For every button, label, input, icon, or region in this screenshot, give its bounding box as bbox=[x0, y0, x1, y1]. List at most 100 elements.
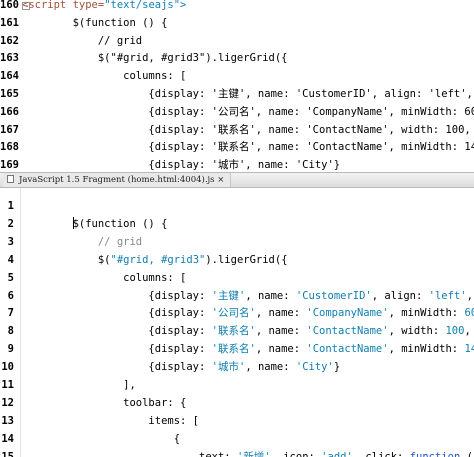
code-text: {display: '主键', name: 'CustomerID', alig… bbox=[22, 85, 474, 103]
line-number: 8 bbox=[7, 325, 14, 338]
code-text: $("#grid, #grid3").ligerGrid({ bbox=[22, 49, 288, 67]
code-token: <script bbox=[22, 0, 73, 11]
line-number: 3 bbox=[7, 235, 14, 248]
code-token: , click: bbox=[352, 450, 410, 457]
line-number: 6 bbox=[7, 289, 14, 302]
code-text: $(function () { bbox=[22, 215, 167, 233]
code-text: { bbox=[22, 430, 180, 448]
line-number: 12 bbox=[1, 396, 14, 409]
code-line[interactable]: 165 {display: '主键', name: 'CustomerID', … bbox=[0, 85, 474, 103]
line-number: 162 bbox=[0, 34, 19, 47]
line-number: 168 bbox=[0, 141, 19, 154]
code-token: ).ligerGrid({ bbox=[205, 253, 288, 266]
editor-tab-bar: JavaScript 1.5 Fragment (home.html:4004)… bbox=[0, 172, 474, 188]
line-number: 11 bbox=[1, 379, 14, 391]
code-token: {display: bbox=[22, 307, 212, 320]
code-line[interactable]: 164 columns: [ bbox=[0, 67, 474, 85]
code-token: $(function () { bbox=[22, 16, 168, 29]
code-token: {display: '城市', name: 'City'} bbox=[22, 159, 341, 172]
code-line[interactable]: 13 items: [ bbox=[0, 412, 474, 430]
code-text: toolbar: { bbox=[22, 394, 186, 412]
code-token: "#grid, #grid3" bbox=[110, 253, 206, 266]
line-number: 2 bbox=[7, 217, 14, 230]
code-token: $("#grid, #grid3").ligerGrid({ bbox=[22, 52, 288, 65]
code-line[interactable]: 166 {display: '公司名', name: 'CompanyName'… bbox=[0, 103, 474, 121]
code-text: $("#grid, #grid3").ligerGrid({ bbox=[22, 251, 288, 269]
code-line[interactable]: 163 $("#grid, #grid3").ligerGrid({ bbox=[0, 49, 474, 67]
line-number: 160 bbox=[0, 0, 19, 11]
code-text: ], bbox=[22, 376, 136, 394]
bottom-editor-pane[interactable]: 12 $(function () {3 // grid 4 $("#grid, #… bbox=[0, 188, 474, 457]
code-line[interactable]: 161 $(function () { bbox=[0, 14, 474, 32]
code-token: ], bbox=[22, 379, 136, 391]
code-line[interactable]: 168 {display: '联系名', name: 'ContactName'… bbox=[0, 138, 474, 156]
code-text: <script type="text/seajs"> bbox=[22, 0, 186, 14]
code-token: "text/seajs"> bbox=[104, 0, 187, 11]
code-text: // grid bbox=[22, 233, 142, 251]
code-line[interactable]: 1 bbox=[0, 197, 474, 215]
code-line[interactable]: 160 <script type="text/seajs"> bbox=[0, 0, 474, 14]
code-token: , width: bbox=[388, 325, 446, 338]
code-text: {display: '主键', name: 'CustomerID', alig… bbox=[22, 287, 474, 305]
code-line[interactable]: 8 {display: '联系名', name: 'ContactName', … bbox=[0, 322, 474, 340]
code-token: {display: '联系名', name: 'ContactName', mi… bbox=[22, 141, 474, 154]
code-text: {display: '联系名', name: 'ContactName', mi… bbox=[22, 340, 474, 358]
code-token: columns: [ bbox=[22, 70, 187, 83]
code-line[interactable]: 11 ], bbox=[0, 376, 474, 394]
code-token: '主键' bbox=[211, 289, 246, 302]
code-token: , name: bbox=[245, 361, 296, 374]
line-number: 167 bbox=[0, 123, 19, 136]
code-token: toolbar: { bbox=[22, 396, 187, 409]
code-token: () {} bbox=[466, 450, 474, 457]
code-line[interactable]: 10 {display: '城市', name: 'City'} bbox=[0, 358, 474, 376]
code-token: $( bbox=[22, 253, 111, 266]
code-token: , name: bbox=[255, 343, 307, 356]
code-token: , name: bbox=[255, 325, 307, 338]
code-line[interactable]: 7 {display: '公司名', name: 'CompanyName', … bbox=[0, 304, 474, 322]
line-number: 10 bbox=[1, 361, 14, 374]
code-token: '公司名' bbox=[211, 307, 256, 320]
code-line[interactable]: 167 {display: '联系名', name: 'ContactName'… bbox=[0, 121, 474, 139]
code-token: // grid bbox=[22, 235, 143, 248]
line-number: 166 bbox=[0, 105, 19, 118]
code-token: { bbox=[22, 432, 181, 445]
code-line[interactable]: 15 text: '新增', icon: 'add', click: funct… bbox=[0, 448, 474, 457]
line-number: 165 bbox=[0, 88, 19, 100]
code-token: 'ContactName' bbox=[306, 325, 389, 338]
code-line[interactable]: 162 // grid bbox=[0, 32, 474, 50]
code-line[interactable]: 4 $("#grid, #grid3").ligerGrid({ bbox=[0, 251, 474, 269]
tab-label: JavaScript 1.5 Fragment (home.html:4004)… bbox=[19, 175, 225, 185]
code-token: , align: bbox=[371, 289, 429, 302]
code-line[interactable]: 14 { bbox=[0, 430, 474, 448]
code-line[interactable]: 5 columns: [ bbox=[0, 269, 474, 287]
code-text: text: '新增', icon: 'add', click: function… bbox=[22, 448, 474, 457]
code-token: 'add' bbox=[321, 450, 353, 457]
code-line[interactable]: 2 $(function () { bbox=[0, 215, 474, 233]
code-token: {display: bbox=[22, 343, 212, 356]
line-number: 13 bbox=[1, 414, 14, 427]
code-line[interactable]: 6 {display: '主键', name: 'CustomerID', al… bbox=[0, 287, 474, 305]
code-token: {display: '公司名', name: 'CompanyName', mi… bbox=[22, 105, 474, 118]
code-token: , align: bbox=[464, 325, 471, 338]
code-token: {display: bbox=[22, 289, 212, 302]
top-editor-pane[interactable]: − 160 <script type="text/seajs"> 161 $(fun… bbox=[0, 0, 474, 172]
code-line[interactable]: 3 // grid bbox=[0, 233, 474, 251]
code-line[interactable]: 9 {display: '联系名', name: 'ContactName', … bbox=[0, 340, 474, 358]
line-number: 5 bbox=[7, 271, 14, 284]
line-number: 169 bbox=[0, 159, 19, 172]
js-file-icon bbox=[7, 175, 14, 183]
code-line[interactable]: 12 toolbar: { bbox=[0, 394, 474, 412]
code-token: , width: bbox=[466, 289, 473, 302]
tab-javascript-fragment[interactable]: JavaScript 1.5 Fragment (home.html:4004)… bbox=[3, 173, 232, 187]
code-token: 'CustomerID' bbox=[295, 289, 372, 302]
code-line[interactable]: 169 {display: '城市', name: 'City'} bbox=[0, 156, 474, 172]
line-number: 9 bbox=[7, 343, 14, 356]
code-token: // grid bbox=[22, 34, 143, 47]
code-token: type= bbox=[72, 0, 105, 11]
code-text: {display: '公司名', name: 'CompanyName', mi… bbox=[22, 304, 474, 322]
code-token: , minWidth: bbox=[388, 343, 465, 356]
code-token: , name: bbox=[245, 289, 296, 302]
line-number: 15 bbox=[1, 450, 14, 457]
line-number: 14 bbox=[1, 432, 14, 445]
